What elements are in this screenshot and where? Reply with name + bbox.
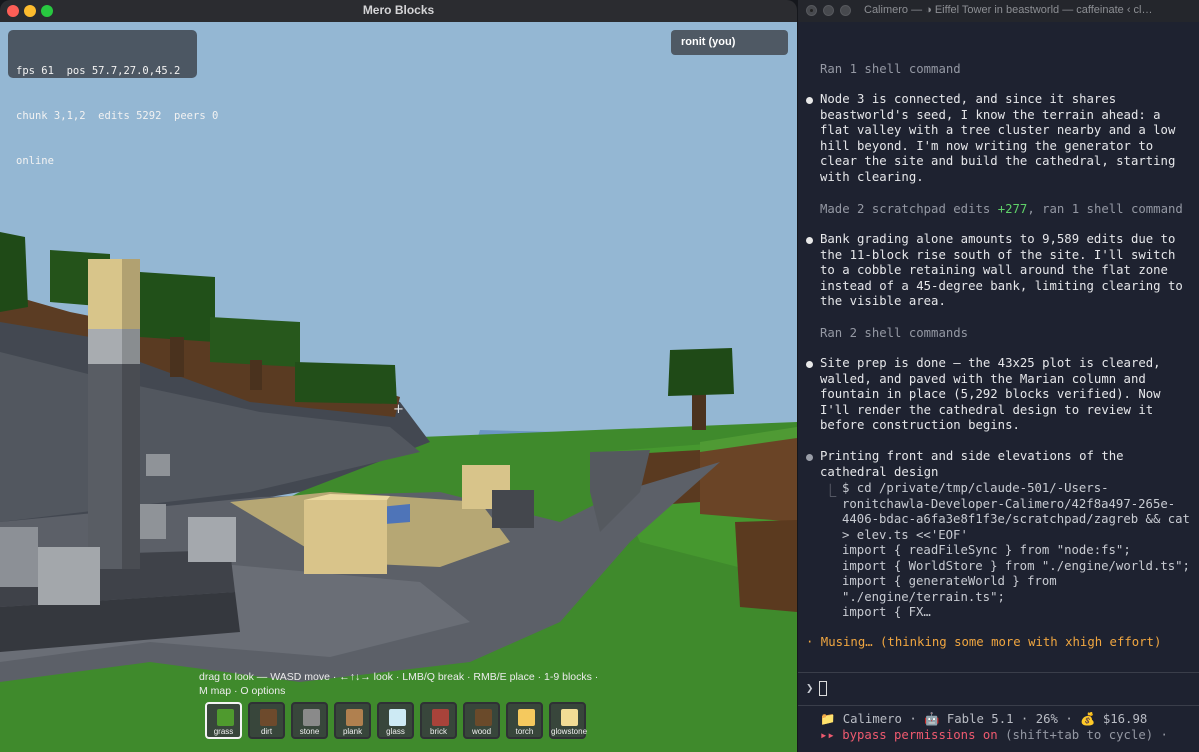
game-window-title: Mero Blocks xyxy=(362,3,435,17)
glowstone-block-icon xyxy=(561,709,578,726)
stone-block-icon xyxy=(303,709,320,726)
controls-hint: drag to look — WASD move · ←↑↓→ look · L… xyxy=(199,671,599,697)
tool-summary-3[interactable]: Ran 2 shell commands xyxy=(820,326,968,340)
player-tag: ronit (you) xyxy=(671,30,788,55)
bypass-permissions-label: ▸▸ bypass permissions on xyxy=(820,728,998,742)
brick-block-icon xyxy=(432,709,449,726)
tool-summary-1[interactable]: Ran 1 shell command xyxy=(820,62,961,76)
crosshair-icon: + xyxy=(393,402,404,417)
lines-added: +277 xyxy=(997,202,1028,216)
text-cursor xyxy=(819,681,827,696)
hotbar-slot-wood[interactable]: wood xyxy=(463,702,500,739)
plank-block-icon xyxy=(346,709,363,726)
terminal-transcript[interactable]: Ran 1 shell command Node 3 is connected,… xyxy=(798,22,1199,752)
mode-cycle-hint: (shift+tab to cycle) · xyxy=(997,728,1168,742)
hotbar-slot-label: brick xyxy=(430,727,447,736)
message-bullet-icon xyxy=(806,97,813,104)
hotbar-slot-grass[interactable]: grass xyxy=(205,702,242,739)
hotbar-slot-label: grass xyxy=(213,727,234,736)
tool-call-command: $ cd /private/tmp/claude-501/-Users-roni… xyxy=(842,481,1190,619)
hotbar-slot-label: wood xyxy=(471,727,492,736)
prompt-input[interactable]: ❯ xyxy=(798,672,1199,706)
hud-line-2: chunk 3,1,2 edits 5292 peers 0 xyxy=(16,110,219,122)
hotbar-slot-glass[interactable]: glass xyxy=(377,702,414,739)
message-bullet-icon xyxy=(806,237,813,244)
debug-hud: fps 61 pos 57.7,27.0,45.2 chunk 3,1,2 ed… xyxy=(8,30,218,167)
hotbar-slot-plank[interactable]: plank xyxy=(334,702,371,739)
status-line: 📁 Calimero · 🤖 Fable 5.1 · 26% · 💰 $16.9… xyxy=(820,712,1148,726)
hotbar-slot-dirt[interactable]: dirt xyxy=(248,702,285,739)
hud-line-1: fps 61 pos 57.7,27.0,45.2 xyxy=(16,65,181,77)
terminal-window: Calimero — ◑ Eiffel Tower in beastworld … xyxy=(798,0,1199,752)
made-prefix: Made 2 scratchpad edits xyxy=(820,202,998,216)
game-window: Mero Blocks + fps 61 pos 57.7,27.0,45.2 … xyxy=(0,0,797,752)
tool-summary-2[interactable]: Made 2 scratchpad edits +277, ran 1 shel… xyxy=(820,202,1183,216)
terminal-window-title: Calimero — ◑ Eiffel Tower in beastworld … xyxy=(864,4,1153,16)
hotbar-slot-label: stone xyxy=(299,727,320,736)
made-suffix: , ran 1 shell command xyxy=(1027,202,1183,216)
minimize-button[interactable] xyxy=(823,5,834,16)
assistant-message-3: Site prep is done — the 43x25 plot is cl… xyxy=(820,356,1168,432)
permissions-status[interactable]: ▸▸ bypass permissions on (shift+tab to c… xyxy=(820,728,1168,742)
tool-call-title: Printing front and side elevations of th… xyxy=(820,449,1131,479)
wood-block-icon xyxy=(475,709,492,726)
glass-block-icon xyxy=(389,709,406,726)
assistant-message-1: Node 3 is connected, and since it shares… xyxy=(820,92,1183,184)
assistant-message-2: Bank grading alone amounts to 9,589 edit… xyxy=(820,232,1191,308)
hotbar-slot-stone[interactable]: stone xyxy=(291,702,328,739)
thinking-status: · Musing… (thinking some more with xhigh… xyxy=(806,635,1162,649)
dirt-block-icon xyxy=(260,709,277,726)
tree-elbow-icon: ⎿ xyxy=(824,484,837,498)
hotbar-slot-label: glass xyxy=(386,727,405,736)
hotbar-slot-torch[interactable]: torch xyxy=(506,702,543,739)
running-bullet-icon xyxy=(806,454,813,461)
message-bullet-icon xyxy=(806,361,813,368)
hotbar-slot-glowstone[interactable]: glowstone xyxy=(549,702,588,739)
hotbar-slot-label: plank xyxy=(342,727,363,736)
hotbar-slot-label: torch xyxy=(515,727,534,736)
grass-block-icon xyxy=(217,709,234,726)
hotbar-slot-brick[interactable]: brick xyxy=(420,702,457,739)
torch-block-icon xyxy=(518,709,535,726)
hotbar-slot-label: glowstone xyxy=(551,727,588,736)
zoom-button[interactable] xyxy=(840,5,851,16)
close-button[interactable] xyxy=(806,5,817,16)
game-titlebar: Mero Blocks xyxy=(0,0,797,23)
terminal-titlebar: Calimero — ◑ Eiffel Tower in beastworld … xyxy=(798,0,1199,22)
hotbar-slot-label: dirt xyxy=(260,727,273,736)
hud-line-3: online xyxy=(16,155,54,167)
prompt-chevron-icon: ❯ xyxy=(806,681,814,695)
